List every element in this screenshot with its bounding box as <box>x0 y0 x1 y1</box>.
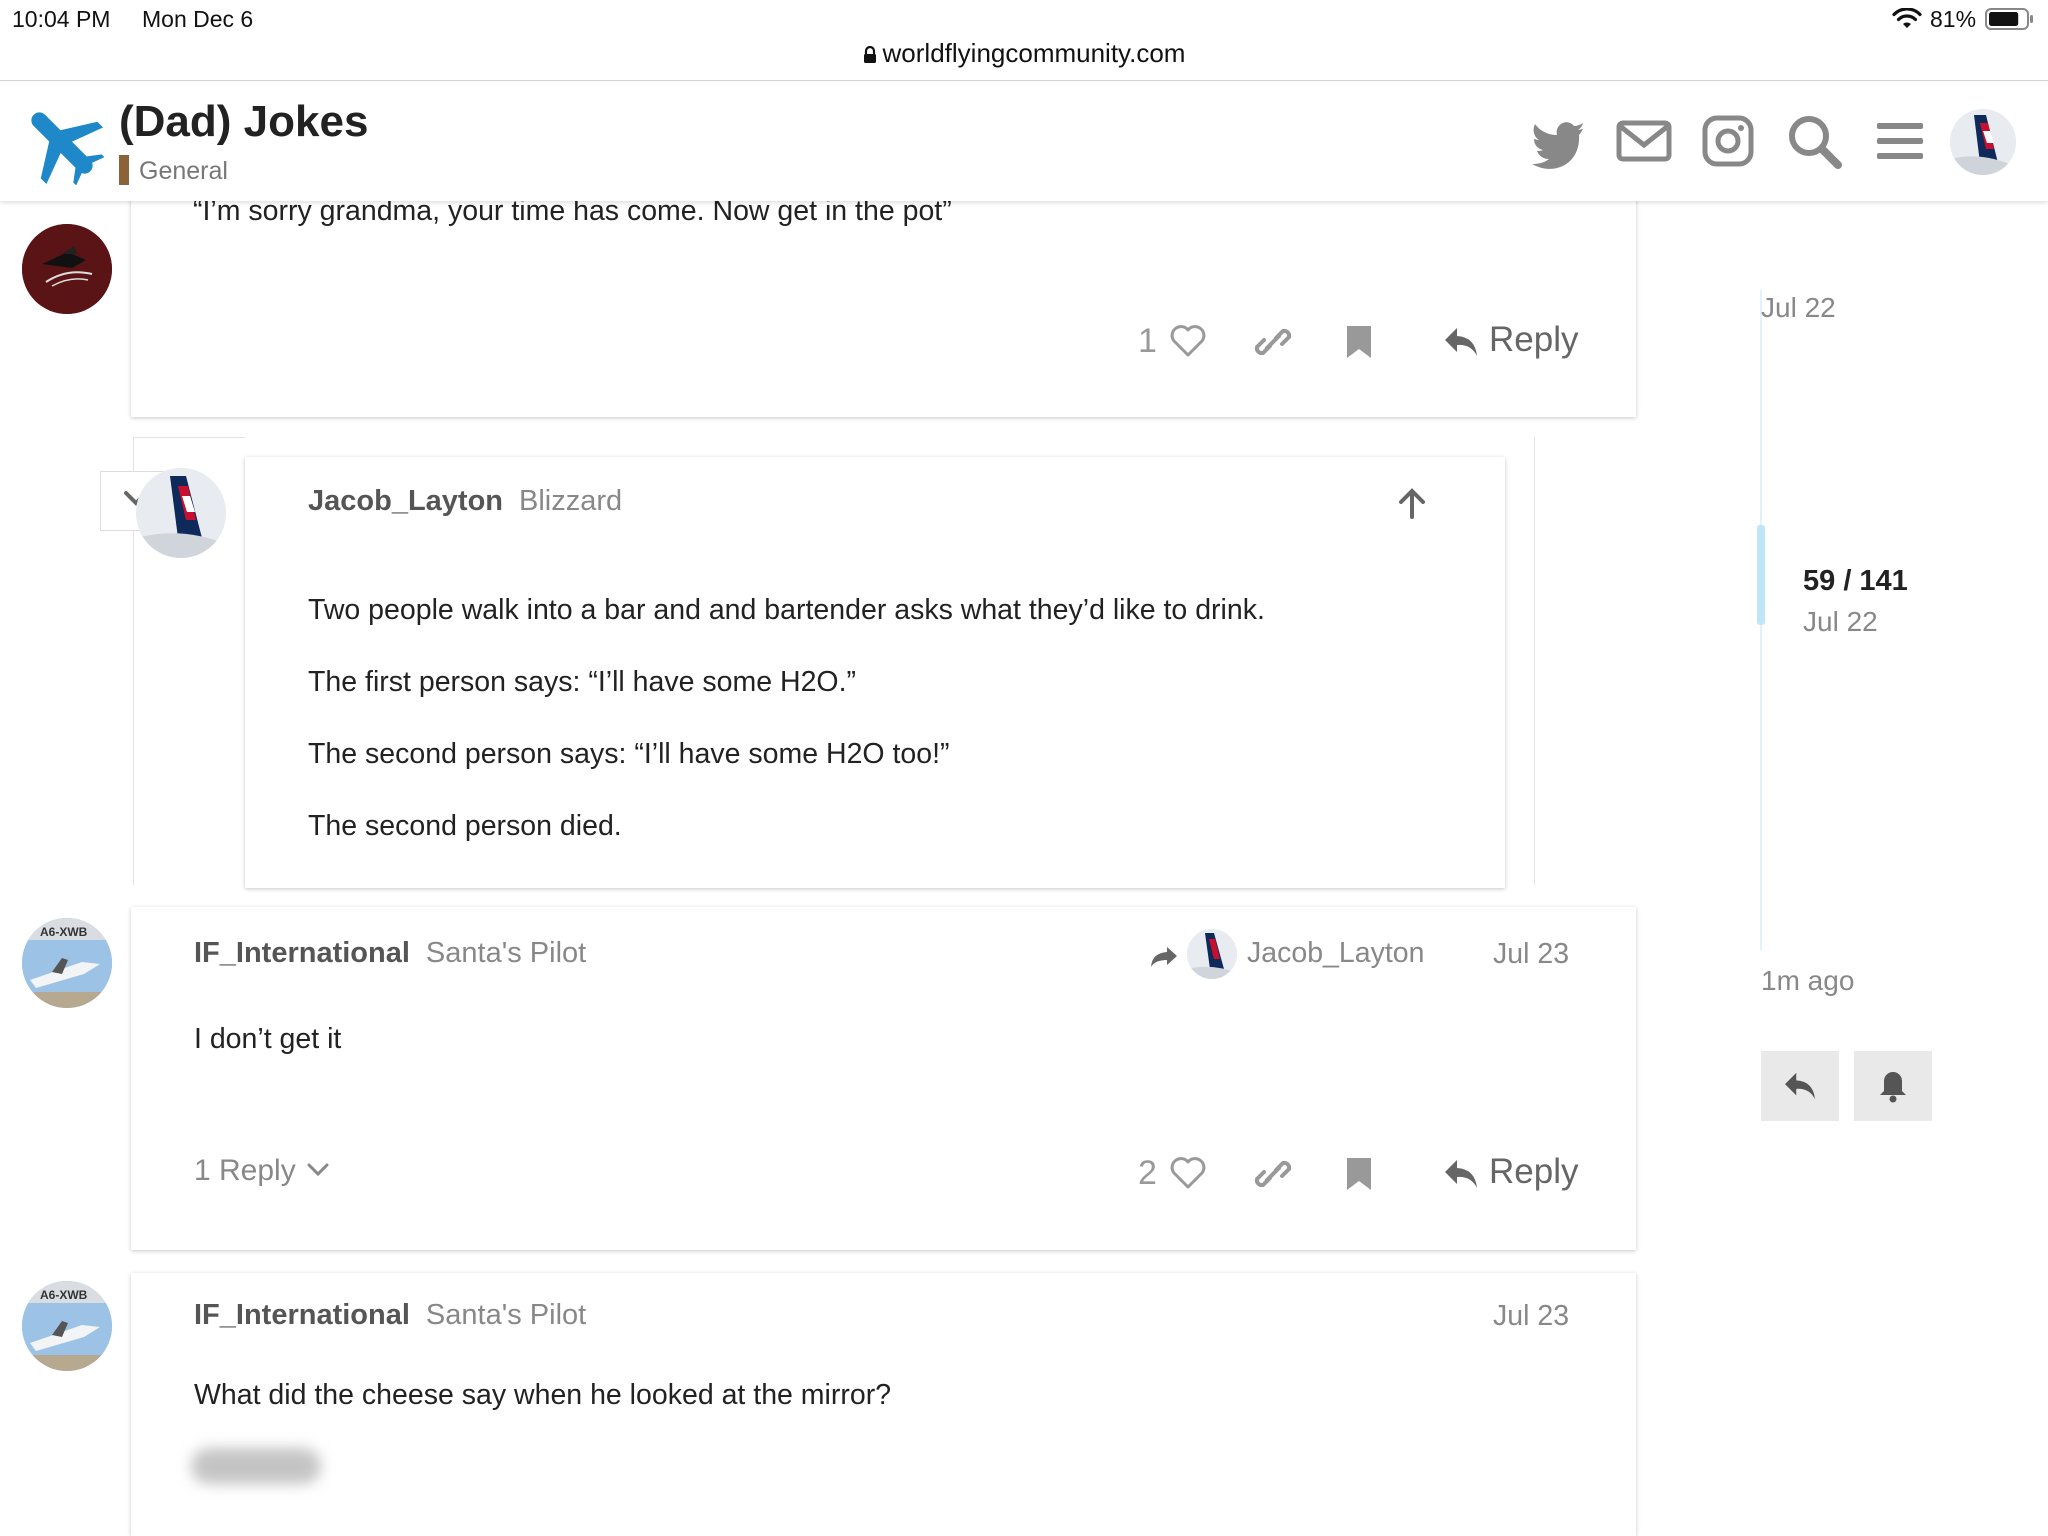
timeline-reply-button[interactable] <box>1761 1051 1839 1121</box>
embedded-post-paragraph: The second person says: “I’ll have some … <box>308 738 950 770</box>
post-meta: IF_International Santa's Pilot <box>194 1299 586 1332</box>
post-body: What did the cheese say when he looked a… <box>194 1379 892 1411</box>
post-card: IF_International Santa's Pilot Jacob_Layt… <box>131 907 1636 1250</box>
chevron-down-icon <box>307 1163 329 1177</box>
like-button-heart-icon[interactable] <box>1169 1156 1207 1190</box>
jump-to-post-arrow-up-icon[interactable] <box>1397 487 1427 519</box>
post-avatar[interactable] <box>22 224 112 314</box>
post-username[interactable]: IF_International <box>194 1299 410 1331</box>
reply-to-username: Jacob_Layton <box>1247 937 1425 969</box>
reply-arrow-icon <box>1445 328 1477 356</box>
share-forward-icon <box>1151 947 1177 967</box>
post-user-title: Santa's Pilot <box>425 1299 587 1331</box>
menu-icon[interactable] <box>1870 111 1930 171</box>
reply-arrow-icon <box>1445 1160 1477 1188</box>
status-time: 10:04 PM <box>12 6 111 32</box>
post-avatar[interactable]: A6-XWB <box>22 1281 112 1371</box>
svg-text:A6-XWB: A6-XWB <box>40 1288 88 1302</box>
post-date[interactable]: Jul 23 <box>1493 1300 1569 1333</box>
site-logo-plane-icon[interactable] <box>20 101 104 185</box>
category-color-swatch <box>119 155 129 185</box>
replies-count-label: 1 Reply <box>194 1154 296 1187</box>
bell-icon <box>1880 1072 1906 1103</box>
post-user-title: Santa's Pilot <box>425 937 587 969</box>
wifi-icon <box>1892 8 1922 30</box>
battery-icon <box>1985 8 2035 30</box>
embedded-post-paragraph: The first person says: “I’ll have some H… <box>308 666 857 698</box>
spoiler-blurred-text[interactable] <box>191 1448 321 1484</box>
post-username[interactable]: IF_International <box>194 937 410 969</box>
embedded-post-meta: Jacob_Layton Blizzard <box>308 485 622 518</box>
timeline-start-date[interactable]: Jul 22 <box>1761 292 1836 324</box>
embedded-post-username[interactable]: Jacob_Layton <box>308 485 503 517</box>
embedded-post-avatar[interactable] <box>136 468 226 558</box>
notification-bell-button[interactable] <box>1854 1051 1932 1121</box>
lock-icon <box>863 46 877 64</box>
category-badge[interactable]: General <box>119 155 228 186</box>
like-button-heart-icon[interactable] <box>1169 324 1207 358</box>
reply-label: Reply <box>1489 1152 1579 1191</box>
copy-link-icon[interactable] <box>1254 324 1292 360</box>
embedded-post-card: Jacob_Layton Blizzard Two people walk int… <box>245 457 1505 888</box>
browser-status-bar: 10:04 PM Mon Dec 6 81% worldflyingcommun… <box>0 0 2048 81</box>
show-replies-button[interactable]: 1 Reply <box>194 1154 330 1188</box>
embedded-post-user-title: Blizzard <box>519 485 623 517</box>
reply-label: Reply <box>1489 320 1579 359</box>
post-avatar[interactable]: A6-XWB <box>22 918 112 1008</box>
embed-right-border <box>1534 437 1535 885</box>
reply-arrow-icon <box>1785 1072 1815 1100</box>
topic-title[interactable]: (Dad) Jokes <box>119 97 368 147</box>
url-text: worldflyingcommunity.com <box>882 38 1186 68</box>
battery-percent: 81% <box>1930 6 1977 32</box>
address-bar[interactable]: worldflyingcommunity.com <box>0 38 2048 69</box>
post-card: IF_International Santa's Pilot Jul 23 Wha… <box>131 1273 1636 1536</box>
embed-connector-line <box>133 437 245 438</box>
post-body: I don’t get it <box>194 1023 342 1055</box>
timeline-end-label[interactable]: 1m ago <box>1761 965 1854 997</box>
timeline-track[interactable] <box>1757 290 1765 950</box>
user-avatar[interactable] <box>1950 109 2016 175</box>
post-meta: IF_International Santa's Pilot <box>194 937 586 970</box>
like-count: 1 <box>1138 322 1157 360</box>
search-icon[interactable] <box>1784 111 1844 171</box>
timeline-handle[interactable] <box>1757 525 1765 625</box>
embedded-post-paragraph: Two people walk into a bar and and barte… <box>308 594 1265 626</box>
post-date[interactable]: Jul 23 <box>1493 938 1569 971</box>
copy-link-icon[interactable] <box>1254 1156 1292 1192</box>
status-date: Mon Dec 6 <box>142 6 254 32</box>
timeline-position: 59 / 141 <box>1803 565 1908 597</box>
svg-text:A6-XWB: A6-XWB <box>40 925 88 939</box>
twitter-icon[interactable] <box>1528 111 1588 171</box>
bookmark-icon[interactable] <box>1345 324 1373 360</box>
embedded-post-paragraph: The second person died. <box>308 810 622 842</box>
instagram-icon[interactable] <box>1698 111 1758 171</box>
bookmark-icon[interactable] <box>1345 1156 1373 1192</box>
reply-to-avatar <box>1187 929 1237 979</box>
timeline-current-date: Jul 22 <box>1803 606 1878 637</box>
topic-header: (Dad) Jokes General <box>0 81 2048 201</box>
category-label: General <box>139 157 228 185</box>
mail-icon[interactable] <box>1614 111 1674 171</box>
like-count: 2 <box>1138 1154 1157 1192</box>
